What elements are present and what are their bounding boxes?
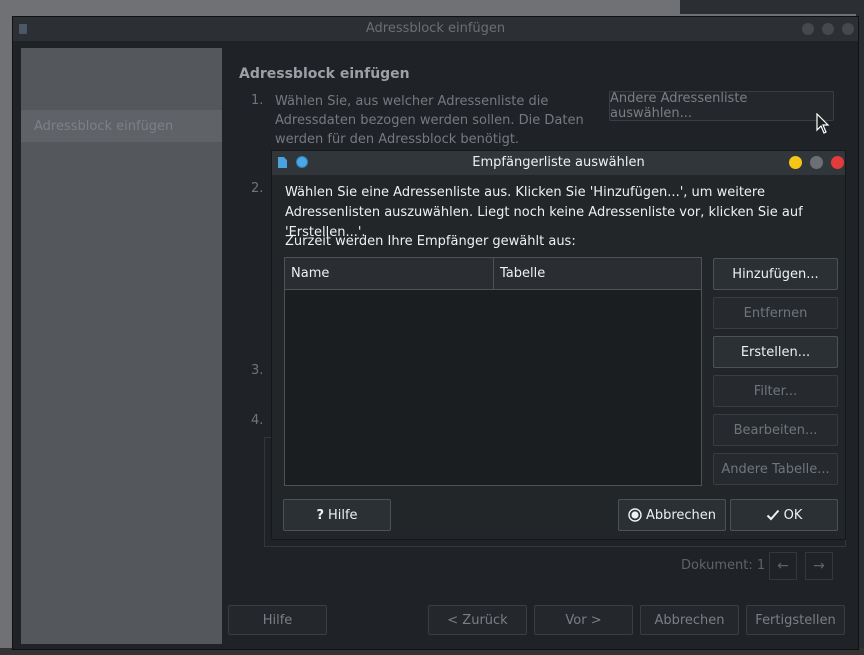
- wizard-finish-button[interactable]: Fertigstellen: [746, 605, 845, 635]
- prev-document-button[interactable]: ←: [769, 552, 797, 580]
- maximize-icon[interactable]: [810, 156, 823, 169]
- desktop-panel: [680, 0, 864, 14]
- minimize-icon[interactable]: [789, 156, 802, 169]
- step-1-text: Wählen Sie, aus welcher Adressenliste di…: [275, 94, 584, 147]
- cancel-button-label: Abbrechen: [645, 507, 717, 523]
- help-icon: ?: [316, 507, 324, 523]
- wizard-next-button[interactable]: Vor >: [534, 605, 633, 635]
- wizard-back-button[interactable]: < Zurück: [428, 605, 527, 635]
- step-number-2: 2.: [251, 181, 264, 196]
- help-button[interactable]: ? Hilfe: [283, 499, 391, 531]
- dialog-titlebar: Empfängerliste auswählen: [272, 151, 845, 175]
- next-document-button[interactable]: →: [805, 552, 833, 580]
- help-button-label: Hilfe: [327, 507, 358, 523]
- filter-button[interactable]: Filter...: [713, 375, 838, 407]
- cancel-icon: [628, 508, 642, 522]
- maximize-icon[interactable]: [822, 23, 834, 35]
- table-header: Name Tabelle: [285, 258, 701, 290]
- sidebar-item-label: Adressblock einfügen: [34, 119, 174, 134]
- wizard-titlebar: Adressblock einfügen: [13, 17, 858, 41]
- close-icon[interactable]: [831, 156, 844, 169]
- arrow-left-icon: ←: [777, 558, 789, 574]
- minimize-icon[interactable]: [802, 23, 814, 35]
- cancel-button[interactable]: Abbrechen: [618, 499, 726, 531]
- wizard-sidebar: Adressblock einfügen: [21, 48, 222, 644]
- dialog-title: Empfängerliste auswählen: [472, 155, 645, 170]
- add-button[interactable]: Hinzufügen...: [713, 258, 838, 290]
- other-table-button[interactable]: Andere Tabelle...: [713, 453, 838, 485]
- column-header-table[interactable]: Tabelle: [493, 258, 701, 289]
- wizard-title: Adressblock einfügen: [365, 21, 506, 36]
- ok-button-label: OK: [783, 507, 803, 523]
- step-number-1: 1.: [251, 93, 264, 108]
- arrow-right-icon: →: [813, 558, 825, 574]
- recipients-source-label: Zurzeit werden Ihre Empfänger gewählt au…: [285, 234, 576, 249]
- address-list-table[interactable]: Name Tabelle: [284, 257, 702, 486]
- ok-button[interactable]: OK: [730, 499, 838, 531]
- dialog-body: Wählen Sie eine Adressenliste aus. Klick…: [274, 175, 843, 537]
- step-number-4: 4.: [251, 413, 264, 428]
- sidebar-item-address-block[interactable]: Adressblock einfügen: [21, 110, 222, 142]
- column-header-name[interactable]: Name: [285, 258, 493, 289]
- wizard-help-button[interactable]: Hilfe: [228, 605, 327, 635]
- mouse-cursor-icon: [816, 113, 830, 134]
- wizard-cancel-button[interactable]: Abbrechen: [640, 605, 739, 635]
- page-heading: Adressblock einfügen: [239, 66, 410, 82]
- create-button[interactable]: Erstellen...: [713, 336, 838, 368]
- remove-button[interactable]: Entfernen: [713, 297, 838, 329]
- select-address-list-button[interactable]: Andere Adressenliste auswählen...: [609, 91, 834, 121]
- edit-button[interactable]: Bearbeiten...: [713, 414, 838, 446]
- close-icon[interactable]: [842, 23, 854, 35]
- step-number-3: 3.: [251, 363, 264, 378]
- checkmark-icon: [766, 509, 779, 521]
- select-recipient-list-dialog: Empfängerliste auswählen Wählen Sie eine…: [271, 150, 846, 540]
- document-label: Dokument: 1: [681, 558, 766, 573]
